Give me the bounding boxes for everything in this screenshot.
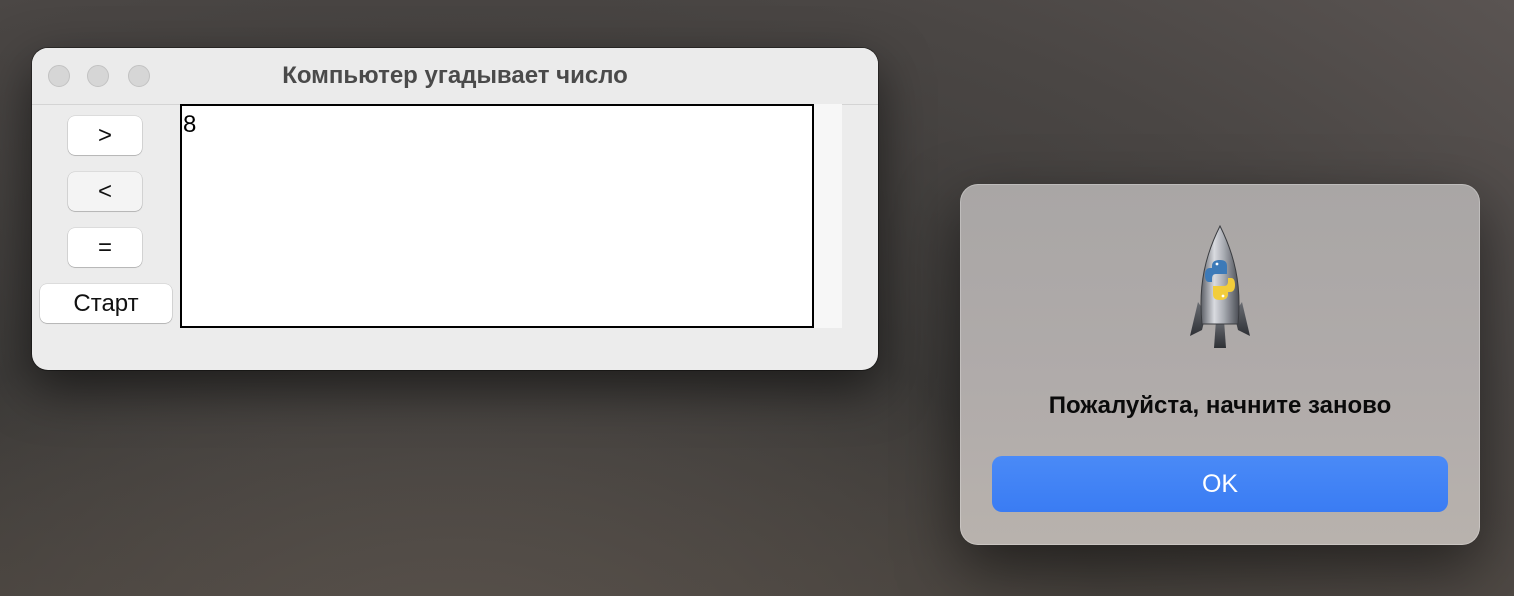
python-launcher-rocket-icon: [1190, 224, 1250, 348]
output-text: 8: [183, 111, 197, 138]
ok-button[interactable]: OK: [992, 456, 1448, 512]
game-window: Компьютер угадывает число > < = Старт 8: [32, 48, 878, 370]
dialog-message: Пожалуйста, начните заново: [1048, 392, 1392, 419]
start-button[interactable]: Старт: [40, 284, 172, 323]
equal-button[interactable]: =: [68, 228, 142, 267]
greater-button[interactable]: >: [68, 116, 142, 155]
vertical-scrollbar[interactable]: [814, 104, 842, 328]
output-text-area[interactable]: 8: [180, 104, 814, 328]
less-button[interactable]: <: [68, 172, 142, 211]
alert-dialog: Пожалуйста, начните заново OK: [960, 184, 1480, 545]
title-bar[interactable]: Компьютер угадывает число: [32, 48, 878, 105]
window-title: Компьютер угадывает число: [282, 62, 628, 89]
